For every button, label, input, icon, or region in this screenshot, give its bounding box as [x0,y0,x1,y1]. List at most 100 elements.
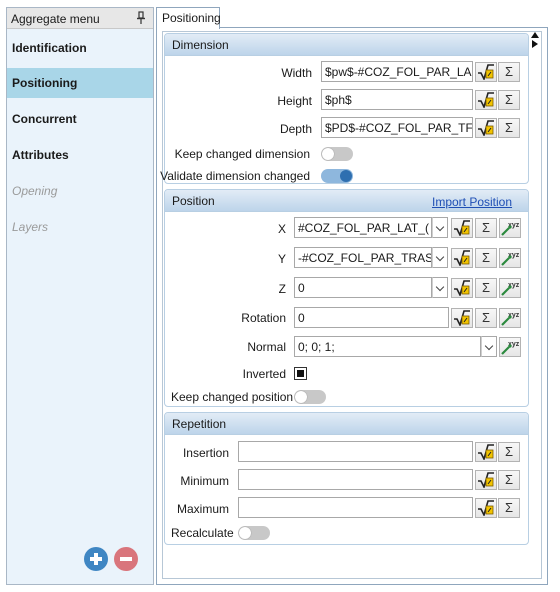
xyz-pick-icon: xyz [501,282,520,296]
sigma-icon: Σ [481,250,491,265]
sidebar-item-positioning[interactable]: Positioning [7,68,153,98]
sigma-icon: Σ [504,120,514,135]
xyz-pick-icon: xyz [501,252,520,266]
width-label: Width [281,66,312,80]
inverted-label: Inverted [242,367,286,381]
sigma-icon: Σ [481,220,491,235]
width-formula-button[interactable] [475,62,497,82]
sigma-icon: Σ [504,64,514,79]
sidebar-item-layers[interactable]: Layers [7,212,153,242]
pin-icon[interactable] [135,11,147,25]
y-pick-button[interactable]: xyz [499,248,521,268]
xyz-pick-icon: xyz [501,312,520,326]
z-dropdown-arrow-icon[interactable] [432,277,448,298]
insertion-input[interactable] [238,441,473,462]
scroll-up-arrow-icon[interactable] [531,32,539,38]
height-formula-button[interactable] [475,90,497,110]
x-combo-input[interactable]: #COZ_FOL_PAR_LAT_( [294,217,432,238]
x-pick-button[interactable]: xyz [499,218,521,238]
rotation-sum-button[interactable]: Σ [475,308,497,328]
x-dropdown-arrow-icon[interactable] [432,217,448,238]
formula-icon [454,310,470,326]
normal-pick-button[interactable]: xyz [499,337,521,357]
sigma-icon: Σ [504,444,514,459]
y-label: Y [277,252,286,266]
formula-icon [478,92,494,108]
normal-dropdown-arrow-icon[interactable] [481,336,497,357]
minimum-formula-button[interactable] [475,470,497,490]
formula-icon [454,250,470,266]
keep-changed-dimension-toggle[interactable] [321,147,353,161]
minimum-label: Minimum [180,474,229,488]
x-formula-button[interactable] [451,218,473,238]
sidebar-item-identification[interactable]: Identification [7,33,153,63]
aggregate-menu-panel: Aggregate menu Identification Positionin… [6,7,154,585]
maximum-formula-button[interactable] [475,498,497,518]
height-sum-button[interactable]: Σ [498,90,520,110]
rotation-input[interactable]: 0 [294,307,449,328]
depth-label: Depth [279,122,312,136]
height-label: Height [277,94,312,108]
sidebar-item-attributes[interactable]: Attributes [7,140,153,170]
position-title: Position [172,194,215,208]
recalculate-toggle[interactable] [238,526,270,540]
xyz-pick-icon: xyz [501,341,520,355]
minus-icon [120,557,132,561]
width-sum-button[interactable]: Σ [498,62,520,82]
keep-changed-dimension-label: Keep changed dimension [174,147,310,161]
sidebar-item-opening[interactable]: Opening [7,176,153,206]
formula-icon [454,220,470,236]
y-dropdown-arrow-icon[interactable] [432,247,448,268]
checkbox-mark-icon [297,370,304,377]
sigma-icon: Σ [504,472,514,487]
insertion-sum-button[interactable]: Σ [498,442,520,462]
maximum-input[interactable] [238,497,473,518]
minimum-sum-button[interactable]: Σ [498,470,520,490]
tab-strip: Positioning [156,7,548,29]
normal-combo-input[interactable]: 0; 0; 1; [294,336,481,357]
y-sum-button[interactable]: Σ [475,248,497,268]
depth-input[interactable]: $PD$-#COZ_FOL_PAR_TF [321,117,473,138]
import-position-link[interactable]: Import Position [432,195,512,209]
dimension-title: Dimension [172,38,229,52]
validate-dimension-toggle[interactable] [321,169,353,183]
z-combo-input[interactable]: 0 [294,277,432,298]
dimension-header: Dimension [165,34,528,56]
z-pick-button[interactable]: xyz [499,278,521,298]
rotation-pick-button[interactable]: xyz [499,308,521,328]
depth-sum-button[interactable]: Σ [498,118,520,138]
x-label: X [277,222,286,236]
sigma-icon: Σ [504,92,514,107]
rotation-formula-button[interactable] [451,308,473,328]
y-combo-input[interactable]: -#COZ_FOL_PAR_TRAS [294,247,432,268]
depth-formula-button[interactable] [475,118,497,138]
z-label: Z [278,282,286,296]
repetition-header: Repetition [165,413,528,435]
y-formula-button[interactable] [451,248,473,268]
z-formula-button[interactable] [451,278,473,298]
xyz-pick-icon: xyz [501,222,520,236]
minimum-input[interactable] [238,469,473,490]
scroll-right-arrow-icon[interactable] [532,40,538,48]
insertion-formula-button[interactable] [475,442,497,462]
formula-icon [478,472,494,488]
remove-button[interactable] [114,547,138,571]
sidebar-item-concurrent[interactable]: Concurrent [7,104,153,134]
tab-positioning[interactable]: Positioning [156,7,221,29]
height-input[interactable]: $ph$ [321,89,473,110]
width-input[interactable]: $pw$-#COZ_FOL_PAR_LA [321,61,473,82]
recalculate-label: Recalculate [171,526,234,540]
x-sum-button[interactable]: Σ [475,218,497,238]
insertion-label: Insertion [182,446,229,460]
formula-icon [454,280,470,296]
validate-dimension-label: Validate dimension changed [160,169,310,183]
rotation-label: Rotation [241,311,286,325]
inverted-checkbox[interactable] [294,367,307,380]
keep-changed-position-label: Keep changed position [171,390,294,404]
normal-label: Normal [247,340,286,354]
add-button[interactable] [84,547,108,571]
z-sum-button[interactable]: Σ [475,278,497,298]
maximum-sum-button[interactable]: Σ [498,498,520,518]
maximum-label: Maximum [176,502,229,516]
keep-changed-position-toggle[interactable] [294,390,326,404]
